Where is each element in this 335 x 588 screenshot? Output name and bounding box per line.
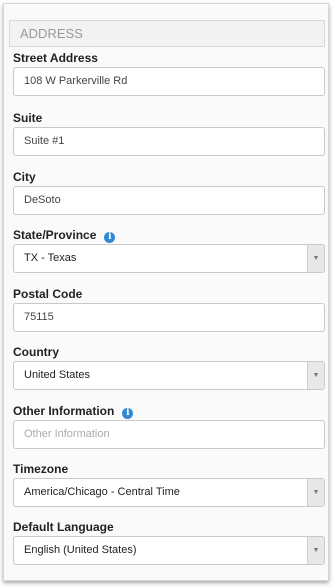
- state-province-label-text: State/Province: [13, 228, 97, 242]
- suite-field[interactable]: Suite #1: [13, 127, 325, 156]
- postal-code-label: Postal Code: [13, 287, 83, 301]
- other-information-field[interactable]: Other Information: [13, 420, 325, 449]
- postal-code-field[interactable]: 75115: [13, 303, 325, 332]
- default-language-select[interactable]: English (United States) ▼: [13, 536, 325, 565]
- state-province-select[interactable]: TX - Texas ▼: [13, 244, 325, 273]
- other-information-label-text: Other Information: [13, 404, 115, 418]
- country-select[interactable]: United States ▼: [13, 361, 325, 390]
- section-header: ADDRESS: [9, 20, 325, 47]
- country-value: United States: [24, 369, 91, 381]
- state-province-value: TX - Texas: [24, 252, 77, 264]
- city-label: City: [13, 170, 36, 184]
- state-province-label: State/Province i: [13, 228, 116, 243]
- chevron-down-icon[interactable]: ▼: [307, 537, 324, 564]
- city-field[interactable]: DeSoto: [13, 186, 325, 215]
- timezone-select[interactable]: America/Chicago - Central Time ▼: [13, 478, 325, 507]
- chevron-down-icon[interactable]: ▼: [307, 245, 324, 272]
- default-language-label: Default Language: [13, 520, 114, 534]
- timezone-value: America/Chicago - Central Time: [24, 486, 180, 498]
- info-icon[interactable]: i: [122, 408, 134, 419]
- chevron-down-icon[interactable]: ▼: [307, 479, 324, 506]
- default-language-value: English (United States): [24, 544, 137, 556]
- street-address-label: Street Address: [13, 51, 98, 65]
- info-icon[interactable]: i: [104, 232, 116, 243]
- suite-label: Suite: [13, 111, 43, 125]
- country-label: Country: [13, 345, 59, 359]
- chevron-down-icon[interactable]: ▼: [307, 362, 324, 389]
- address-card: ADDRESS Street Address 108 W Parkerville…: [3, 3, 329, 581]
- timezone-label: Timezone: [13, 462, 69, 476]
- other-information-label: Other Information i: [13, 404, 134, 419]
- street-address-field[interactable]: 108 W Parkerville Rd: [13, 67, 325, 96]
